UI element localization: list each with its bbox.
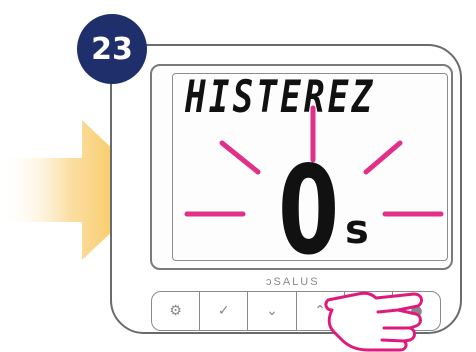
- instruction-illustration: 23 HISTEREZ 0 s ↄSALUS ⚙ ✓ ⌄ ⌃ ✓: [0, 0, 476, 352]
- pointing-hand-icon: [324, 291, 423, 352]
- down-button[interactable]: ⌄: [247, 291, 296, 331]
- lcd-menu-label: HISTEREZ: [185, 72, 376, 123]
- settings-button[interactable]: ⚙: [151, 291, 200, 331]
- check-icon: ✓: [217, 303, 230, 319]
- brand-logo: ↄSALUS: [266, 276, 320, 288]
- chevron-down-icon: ⌄: [266, 303, 278, 319]
- lcd-unit: s: [345, 207, 369, 253]
- confirm-button[interactable]: ✓: [199, 291, 248, 331]
- gear-icon: ⚙: [169, 303, 182, 319]
- step-number-badge: 23: [77, 14, 147, 84]
- lcd-value: 0: [278, 140, 340, 282]
